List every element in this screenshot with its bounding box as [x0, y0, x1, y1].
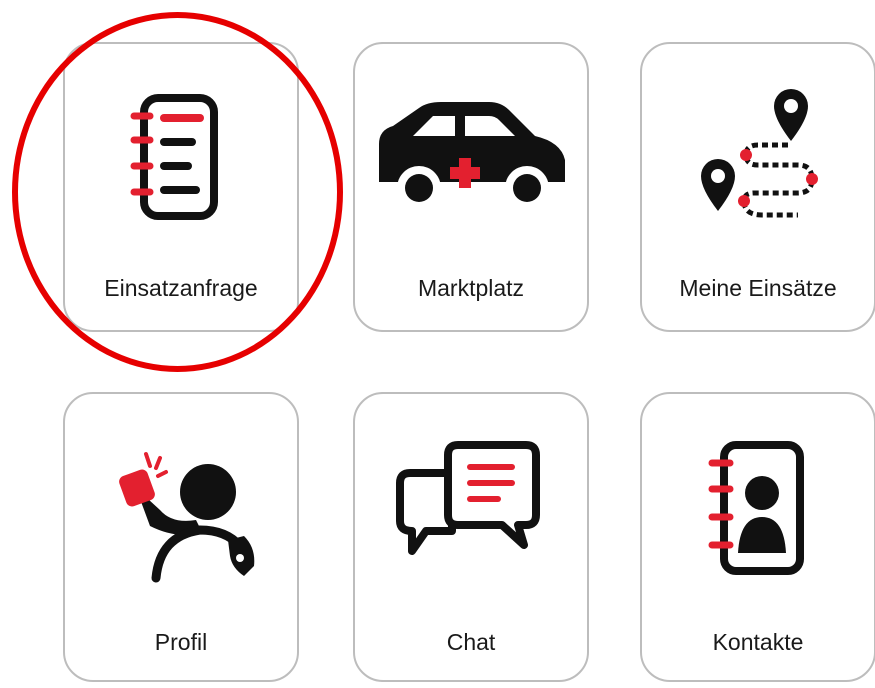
tile-label: Kontakte [712, 629, 804, 655]
tile-label: Meine Einsätze [679, 275, 837, 301]
tile-einsatzanfrage[interactable]: Einsatzanfrage [63, 42, 299, 332]
tile-kontakte[interactable]: Kontakte [640, 392, 875, 682]
tile-marktplatz[interactable]: Marktplatz [353, 42, 589, 332]
tile-chat[interactable]: Chat [353, 392, 589, 682]
contact-book-icon [642, 420, 874, 596]
request-list-icon [65, 70, 297, 246]
tile-label: Marktplatz [417, 275, 525, 301]
tile-label: Profil [154, 629, 208, 655]
tile-label: Chat [446, 629, 496, 655]
tile-profil[interactable]: Profil [63, 392, 299, 682]
tile-label: Einsatzanfrage [104, 275, 258, 301]
route-map-icon [642, 70, 874, 246]
tile-meine-einsaetze[interactable]: Meine Einsätze [640, 42, 875, 332]
chat-bubbles-icon [355, 420, 587, 596]
driver-profile-icon [65, 420, 297, 596]
ambulance-car-icon [355, 70, 587, 246]
